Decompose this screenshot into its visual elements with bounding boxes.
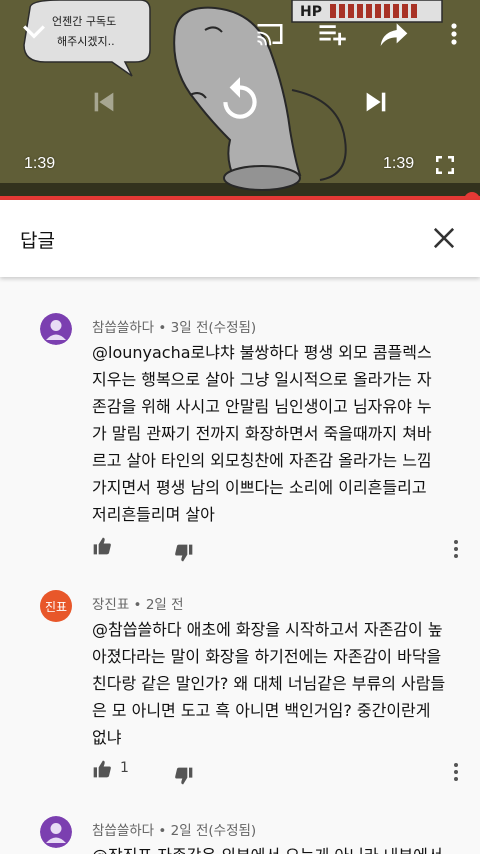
more-dot	[454, 554, 458, 558]
add-to-queue-button[interactable]	[314, 16, 350, 52]
comment-meta: 장진표 • 2일 전	[92, 597, 184, 613]
comment-author[interactable]: 장진표	[92, 597, 129, 613]
comment-line: 저리흔들리며 살아	[92, 505, 215, 524]
comment-meta: 참씁쓸하다 • 3일 전(수정됨)	[92, 320, 257, 336]
dislike-button[interactable]	[174, 543, 194, 563]
comment-line: 은 모 아니면 도고 흑 아니면 백인거임? 중간이란게	[92, 701, 431, 720]
replay-button[interactable]	[212, 72, 268, 128]
more-vert-icon	[454, 763, 458, 767]
fullscreen-icon	[436, 156, 454, 174]
comment-line: @lounyacha로냐챠 불쌍하다 평생 외모 콤플렉스	[92, 343, 432, 362]
add-to-queue-icon	[319, 25, 346, 46]
comment-time: 3일 전(수정됨)	[170, 320, 257, 336]
cast-button[interactable]	[252, 16, 288, 52]
avatar[interactable]	[40, 816, 72, 848]
comment-author[interactable]: 참씁쓸하다	[92, 823, 154, 839]
user-avatar-icon	[40, 816, 72, 848]
more-vert-icon	[451, 23, 457, 45]
close-replies-button[interactable]	[428, 222, 460, 254]
skip-previous-icon	[94, 92, 114, 112]
comment-line: @장진표 자존감은 외부에서 오는게 아니라 내부에서	[92, 842, 464, 854]
like-count: 1	[120, 760, 129, 776]
comment-line: 아졌다라는 말이 화장을 하기전에는 자존감이 바닥을	[92, 647, 442, 666]
next-button[interactable]	[358, 84, 394, 120]
replies-title: 답글	[20, 230, 55, 252]
comment-time: 2일 전	[145, 597, 184, 613]
like-button[interactable]	[92, 536, 112, 556]
comment-line: 지우는 행복으로 살아 그냥 일시적으로 올라가는 자	[92, 370, 432, 389]
more-dot	[454, 777, 458, 781]
share-button[interactable]	[376, 16, 412, 52]
comment-line: 친다랑 같은 말인가? 왜 대체 너님같은 부류의 사람들	[92, 674, 446, 693]
skip-next-icon	[366, 92, 386, 112]
comment-time: 2일 전(수정됨)	[170, 823, 257, 839]
video-player[interactable]: 언젠간 구독도 해주시겠지.. HP 1:39 1:39	[0, 0, 480, 200]
fullscreen-button[interactable]	[430, 150, 460, 180]
comment-meta: 참씁쓸하다 • 2일 전(수정됨)	[92, 823, 257, 839]
replay-icon	[223, 77, 257, 119]
thumbs-down-icon	[175, 767, 193, 785]
comment-line: 가 말림 관짜기 전까지 화장하면서 죽을때까지 쳐바	[92, 424, 432, 443]
comment-text: @장진표 자존감은 외부에서 오는게 아니라 내부에서	[92, 842, 464, 854]
more-dot	[454, 547, 458, 551]
more-dot	[454, 770, 458, 774]
comment-text: @참씁쓸하다 애초에 화장을 시작하고서 자존감이 높 아졌다라는 말이 화장을…	[92, 616, 464, 751]
more-vert-icon	[454, 540, 458, 544]
thumbs-down-icon	[175, 544, 193, 562]
comment-author[interactable]: 참씁쓸하다	[92, 320, 154, 336]
replies-header: 답글	[0, 200, 480, 277]
collapse-button[interactable]	[18, 16, 50, 48]
comment-more-button[interactable]	[446, 537, 466, 561]
cast-icon	[257, 24, 283, 46]
comment-text: @lounyacha로냐챠 불쌍하다 평생 외모 콤플렉스 지우는 행복으로 살…	[92, 339, 464, 528]
avatar-initials: 진표	[44, 599, 68, 614]
comment-line: 르고 살아 타인의 외모칭찬에 자존감 올라가는 느낌	[92, 451, 432, 470]
thumbs-up-icon	[93, 537, 111, 555]
comment-line: @참씁쓸하다 애초에 화장을 시작하고서 자존감이 높	[92, 620, 443, 639]
comment-line: 존감을 위해 사시고 안말림 님인생이고 님자유야 누	[92, 397, 432, 416]
duration: 1:39	[383, 155, 415, 172]
share-icon	[380, 23, 408, 46]
replies-list[interactable]: 참씁쓸하다 • 3일 전(수정됨) @lounyacha로냐챠 불쌍하다 평생 …	[0, 277, 480, 854]
comment-more-button[interactable]	[446, 760, 466, 784]
comment-line: 가지면서 평생 남의 이쁘다는 소리에 이리흔들리고	[92, 478, 427, 497]
user-avatar-icon	[40, 313, 72, 345]
current-time: 1:39	[24, 155, 56, 172]
dislike-button[interactable]	[174, 766, 194, 786]
avatar[interactable]: 진표	[40, 590, 72, 622]
like-button[interactable]	[92, 759, 112, 779]
chevron-down-icon	[23, 25, 45, 39]
thumbs-up-icon	[93, 760, 111, 778]
comment-line: 없냐	[92, 728, 122, 747]
app-root: 언젠간 구독도 해주시겠지.. HP 1:39 1:39 답글 참씁쓸하다 • …	[0, 0, 480, 854]
previous-button[interactable]	[86, 84, 122, 120]
more-options-button[interactable]	[440, 16, 468, 52]
avatar[interactable]	[40, 313, 72, 345]
close-icon	[433, 227, 455, 249]
